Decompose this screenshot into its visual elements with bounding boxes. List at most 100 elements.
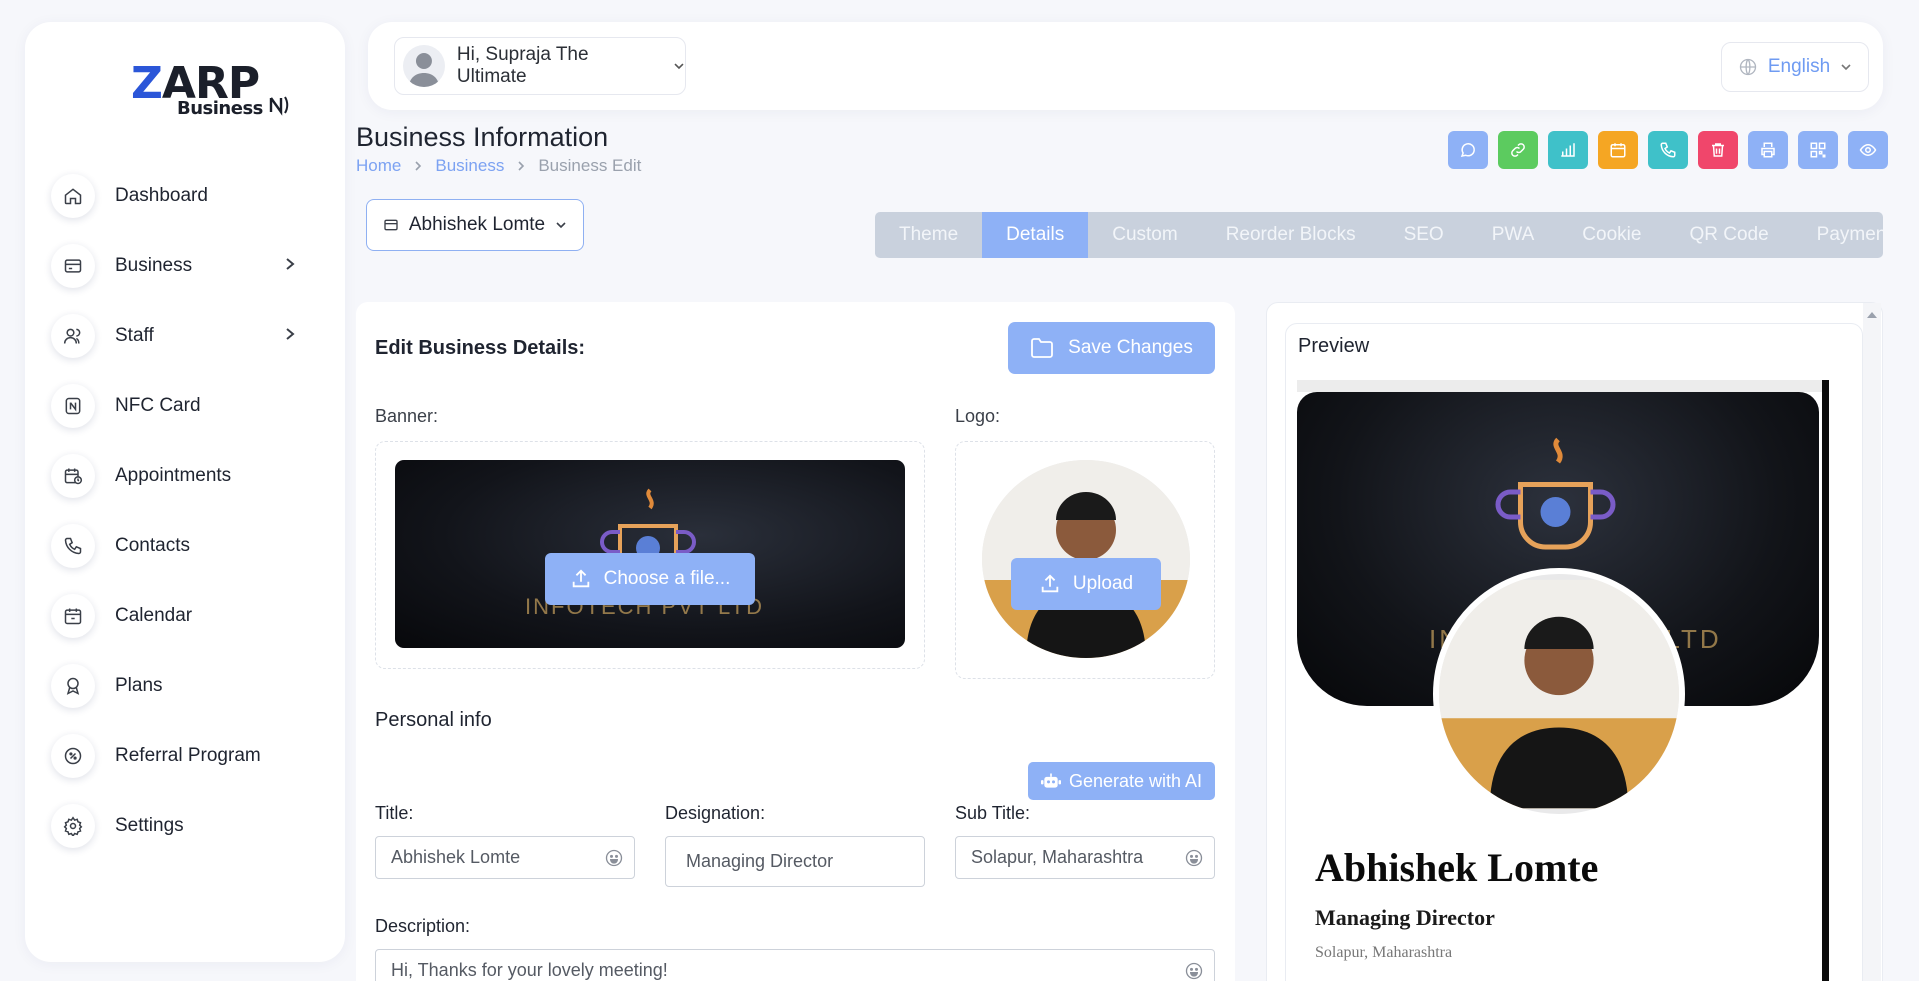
print-button[interactable] [1748, 131, 1788, 169]
upload-icon [572, 569, 589, 588]
settings-tabs: Theme Details Custom Reorder Blocks SEO … [875, 212, 1883, 258]
emoji-icon[interactable] [1184, 961, 1204, 981]
chevron-down-icon [674, 63, 684, 70]
home-icon [51, 174, 95, 218]
tab-qr-code[interactable]: QR Code [1665, 212, 1792, 258]
chevron-right-icon [518, 161, 525, 171]
sidebar-item-settings[interactable]: Settings [51, 800, 319, 852]
user-greeting: Hi, Supraja The Ultimate [456, 44, 589, 87]
card-icon [51, 244, 95, 288]
sidebar-item-label: Dashboard [115, 185, 208, 206]
folder-icon [1031, 338, 1054, 358]
chevron-down-icon [1841, 64, 1851, 71]
sidebar-item-nfc-card[interactable]: NFC Card [51, 380, 319, 432]
tab-payment[interactable]: Payment [1793, 212, 1883, 258]
sidebar-item-contacts[interactable]: Contacts [51, 520, 319, 572]
analytics-button[interactable] [1548, 131, 1588, 169]
user-menu[interactable]: Hi, Supraja The Ultimate [394, 37, 686, 95]
users-icon [51, 314, 95, 358]
choose-file-label: Choose a file... [603, 568, 731, 589]
view-button[interactable] [1848, 131, 1888, 169]
sidebar-item-business[interactable]: Business [51, 240, 319, 292]
sidebar: ZARP Business Dashboard Business Staff N… [25, 22, 345, 962]
award-icon [51, 664, 95, 708]
preview-designation: Managing Director [1315, 905, 1495, 930]
tab-details[interactable]: Details [982, 212, 1089, 258]
tab-reorder-blocks[interactable]: Reorder Blocks [1202, 212, 1380, 258]
title-input[interactable]: Abhishek Lomte [375, 836, 635, 879]
sidebar-item-referral-program[interactable]: Referral Program [51, 730, 319, 782]
sidebar-item-appointments[interactable]: Appointments [51, 450, 319, 502]
calendar-clock-icon [51, 454, 95, 498]
chevron-down-icon [556, 222, 566, 229]
brand-logo[interactable]: ZARP Business [107, 48, 297, 119]
emoji-icon[interactable] [1184, 848, 1204, 868]
generate-ai-button[interactable]: Generate with AI [1028, 762, 1215, 800]
scroll-up-icon[interactable] [1866, 310, 1878, 320]
edit-business-card: Edit Business Details: Save Changes Bann… [356, 302, 1235, 981]
card-icon [384, 219, 398, 231]
calendar-button[interactable] [1598, 131, 1638, 169]
avatar [403, 45, 445, 87]
bar-chart-icon [1561, 143, 1575, 157]
breadcrumb-business[interactable]: Business [435, 156, 504, 176]
nfc-wave-icon [269, 96, 289, 116]
preview-title: Preview [1298, 335, 1370, 357]
sidebar-item-plans[interactable]: Plans [51, 660, 319, 712]
subtitle-label: Sub Title: [955, 803, 1031, 823]
sidebar-item-label: Contacts [115, 535, 190, 556]
link-icon [1511, 143, 1525, 157]
gear-icon [51, 804, 95, 848]
banner-label: Banner: [375, 406, 439, 426]
language-label: English [1767, 56, 1831, 77]
chevron-right-icon [286, 328, 295, 340]
page-title: Business Information [356, 122, 609, 152]
link-button[interactable] [1498, 131, 1538, 169]
upload-logo-label: Upload [1072, 573, 1134, 594]
preview-subtitle: Solapur, Maharashtra [1315, 944, 1453, 961]
chevron-right-icon [415, 161, 422, 171]
choose-file-button[interactable]: Choose a file... [545, 553, 755, 605]
description-input[interactable]: Hi, Thanks for your lovely meeting! [375, 949, 1215, 981]
preview-name: Abhishek Lomte [1315, 845, 1599, 890]
save-button[interactable]: Save Changes [1008, 322, 1215, 374]
delete-button[interactable] [1698, 131, 1738, 169]
language-selector[interactable]: English [1721, 42, 1869, 92]
tab-pwa[interactable]: PWA [1468, 212, 1559, 258]
tab-cookie[interactable]: Cookie [1558, 212, 1665, 258]
sidebar-item-label: Staff [115, 325, 154, 346]
calendar-icon [1610, 143, 1626, 158]
breadcrumb-home[interactable]: Home [356, 156, 401, 176]
generate-ai-label: Generate with AI [1068, 770, 1203, 791]
tab-theme[interactable]: Theme [875, 212, 982, 258]
nfc-icon [51, 384, 95, 428]
preview-scrollbar[interactable] [1863, 303, 1881, 981]
emoji-icon[interactable] [604, 848, 624, 868]
sidebar-item-label: Appointments [115, 465, 232, 486]
tab-seo[interactable]: SEO [1380, 212, 1468, 258]
subtitle-input-value: Solapur, Maharashtra [971, 847, 1144, 867]
sidebar-item-label: Settings [115, 815, 184, 836]
logo-label: Logo: [955, 406, 1001, 426]
sidebar-item-dashboard[interactable]: Dashboard [51, 170, 319, 222]
preview-avatar [1433, 568, 1685, 820]
logo-dropzone: Upload [955, 441, 1215, 679]
upload-logo-button[interactable]: Upload [1011, 558, 1161, 610]
phone-icon [1660, 142, 1676, 158]
badge-percent-icon [51, 734, 95, 778]
phone-button[interactable] [1648, 131, 1688, 169]
title-input-value: Abhishek Lomte [391, 847, 521, 867]
sidebar-item-staff[interactable]: Staff [51, 310, 319, 362]
globe-icon [1739, 58, 1756, 76]
business-selector[interactable]: Abhishek Lomte [366, 199, 584, 251]
sidebar-item-label: Calendar [115, 605, 193, 626]
subtitle-input[interactable]: Solapur, Maharashtra [955, 836, 1215, 879]
whatsapp-button[interactable] [1448, 131, 1488, 169]
action-toolbar [1448, 131, 1888, 169]
tab-custom[interactable]: Custom [1088, 212, 1201, 258]
designation-input[interactable]: Managing Director [665, 836, 925, 887]
sidebar-item-calendar[interactable]: Calendar [51, 590, 319, 642]
qr-code-button[interactable] [1798, 131, 1838, 169]
description-label: Description: [375, 916, 471, 936]
breadcrumb-current: Business Edit [538, 156, 642, 175]
